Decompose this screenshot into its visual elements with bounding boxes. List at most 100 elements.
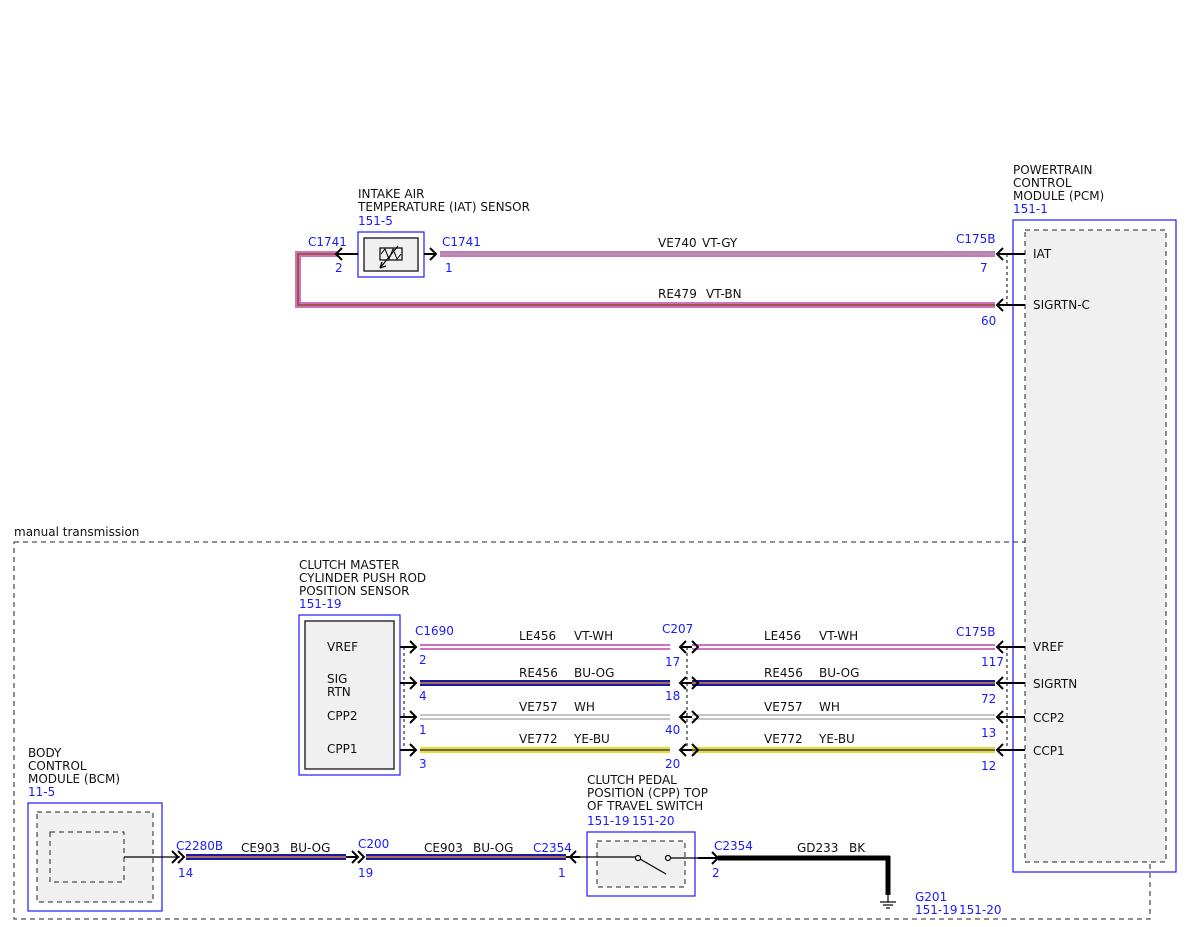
iat-title-1: INTAKE AIR [358, 187, 424, 201]
ce903-left-conn[interactable]: C2280B [176, 839, 223, 853]
wiring-diagram: manual transmission POWERTRAIN CONTROL M… [13, 163, 1177, 920]
pcm-module: POWERTRAIN CONTROL MODULE (PCM) 151-1 IA… [1012, 163, 1177, 873]
cmc-pin-rtn: RTN [327, 685, 351, 699]
ce903-right-circuit: CE903 [424, 841, 463, 855]
cmc-pin-cpp1: CPP1 [327, 742, 358, 756]
gd233-circuit: GD233 [797, 841, 838, 855]
re456-left-pin-mid: 18 [665, 689, 680, 703]
ce903-right-conn-src[interactable]: C200 [358, 837, 389, 851]
wire-ce903-right: C200 19 CE903 BU-OG C2354 1 [358, 837, 572, 880]
gd233-conn[interactable]: C2354 [714, 839, 753, 853]
pcm-pin-ccp2: CCP2 [1033, 711, 1065, 725]
wire-gd233: C2354 2 GD233 BK [712, 839, 891, 895]
ve740-conn[interactable]: C175B [956, 232, 996, 246]
cmc-pin-cpp2: CPP2 [327, 709, 358, 723]
re479-pin: 60 [981, 314, 996, 328]
wire-ve757: VE757 WH 1 40 VE757 WH 13 [419, 700, 996, 740]
manual-transmission-region [13, 541, 1151, 920]
ve740-pin: 7 [980, 261, 988, 275]
pcm-pin-vref: VREF [1033, 640, 1064, 654]
connector-arrows-middle [400, 640, 1025, 757]
iat-conn-right[interactable]: C1741 [442, 235, 481, 249]
pcm-title-3: MODULE (PCM) [1013, 189, 1104, 203]
wire-le456: LE456 VT-WH 2 C207 17 LE456 VT-WH C175B … [419, 622, 1004, 669]
ce903-right-color: BU-OG [473, 841, 513, 855]
cmc-ref[interactable]: 151-19 [299, 597, 342, 611]
bcm-core [49, 831, 125, 883]
ground-icon [880, 895, 896, 909]
iat-conn-right-pin: 1 [445, 261, 453, 275]
iat-conn-left-pin: 2 [335, 261, 343, 275]
pcm-inner [1024, 229, 1167, 863]
ce903-right-pin-src: 19 [358, 866, 373, 880]
ce903-left-circuit: CE903 [241, 841, 280, 855]
cpp-title-2: POSITION (CPP) TOP [587, 786, 708, 800]
cpp-title-3: OF TRAVEL SWITCH [587, 799, 703, 813]
cpp-ref-1[interactable]: 151-19 [587, 814, 630, 828]
ve757-left-color: WH [574, 700, 595, 714]
pcm-pin-sigrtn-c: SIGRTN-C [1033, 298, 1090, 312]
re456-right-color: BU-OG [819, 666, 859, 680]
cmc-title-2: CYLINDER PUSH ROD [299, 571, 426, 585]
ground-ref-2[interactable]: 151-20 [959, 903, 1002, 917]
bcm-module: BODY CONTROL MODULE (BCM) 11-5 [27, 746, 180, 912]
ve772-right-circuit: VE772 [764, 732, 803, 746]
re456-right-pin: 72 [981, 692, 996, 706]
pcm-pin-iat: IAT [1033, 247, 1052, 261]
bcm-title-3: MODULE (BCM) [28, 772, 120, 786]
cpp-ref-2[interactable]: 151-20 [632, 814, 675, 828]
ve740-color: VT-GY [702, 236, 738, 250]
le456-left-pin-mid: 17 [665, 655, 680, 669]
le456-right-pin: 117 [981, 655, 1004, 669]
cmc-pin-vref: VREF [327, 640, 358, 654]
wire-ce903-left: C2280B 14 CE903 BU-OG [176, 839, 346, 880]
bcm-title-1: BODY [28, 746, 62, 760]
ve772-left-circuit: VE772 [519, 732, 558, 746]
clutch-master-sensor: CLUTCH MASTER CYLINDER PUSH ROD POSITION… [298, 558, 454, 776]
pcm-pin-sigrtn: SIGRTN [1033, 677, 1077, 691]
cmc-pin-sig: SIG [327, 672, 347, 686]
ve757-left-circuit: VE757 [519, 700, 558, 714]
wire-re456: RE456 BU-OG 4 18 RE456 BU-OG 72 [419, 666, 996, 706]
cpp-title-1: CLUTCH PEDAL [587, 773, 677, 787]
ve772-left-color: YE-BU [573, 732, 610, 746]
ce903-left-color: BU-OG [290, 841, 330, 855]
region-label: manual transmission [14, 525, 139, 539]
le456-left-color: VT-WH [574, 629, 613, 643]
le456-right-conn[interactable]: C175B [956, 625, 996, 639]
wire-ve740: VE740 VT-GY C175B 7 [440, 232, 996, 275]
ve772-left-pin-src: 3 [419, 757, 427, 771]
ce903-right-pin: 1 [558, 866, 566, 880]
bcm-ref[interactable]: 11-5 [28, 785, 55, 799]
iat-conn-left[interactable]: C1741 [308, 235, 347, 249]
cmc-conn[interactable]: C1690 [415, 624, 454, 638]
re479-color: VT-BN [706, 287, 742, 301]
re456-left-pin-src: 4 [419, 689, 427, 703]
connector-arrows-top [334, 247, 1025, 312]
ce903-right-conn[interactable]: C2354 [533, 841, 572, 855]
c207-conn[interactable]: C207 [662, 622, 693, 636]
cpp-switch: CLUTCH PEDAL POSITION (CPP) TOP OF TRAVE… [580, 773, 712, 897]
le456-left-circuit: LE456 [519, 629, 556, 643]
re456-left-color: BU-OG [574, 666, 614, 680]
ve757-right-color: WH [819, 700, 840, 714]
bcm-title-2: CONTROL [28, 759, 87, 773]
ve757-left-pin-mid: 40 [665, 723, 680, 737]
iat-title-2: TEMPERATURE (IAT) SENSOR [357, 200, 530, 214]
iat-ref[interactable]: 151-5 [358, 214, 393, 228]
iat-sensor: INTAKE AIR TEMPERATURE (IAT) SENSOR 151-… [308, 187, 530, 278]
ve757-left-pin-src: 1 [419, 723, 427, 737]
ce903-left-pin: 14 [178, 866, 193, 880]
pcm-title-2: CONTROL [1013, 176, 1072, 190]
pcm-ref[interactable]: 151-1 [1013, 202, 1048, 216]
wire-ve772: VE772 YE-BU 3 20 VE772 YE-BU 12 [419, 732, 996, 773]
ve757-right-pin: 13 [981, 726, 996, 740]
ve757-right-circuit: VE757 [764, 700, 803, 714]
re479-circuit: RE479 [658, 287, 697, 301]
ground-ref-1[interactable]: 151-19 [915, 903, 958, 917]
cmc-title-1: CLUTCH MASTER [299, 558, 400, 572]
le456-right-color: VT-WH [819, 629, 858, 643]
re456-right-circuit: RE456 [764, 666, 803, 680]
le456-left-pin-src: 2 [419, 653, 427, 667]
ground-name: G201 [915, 890, 947, 904]
